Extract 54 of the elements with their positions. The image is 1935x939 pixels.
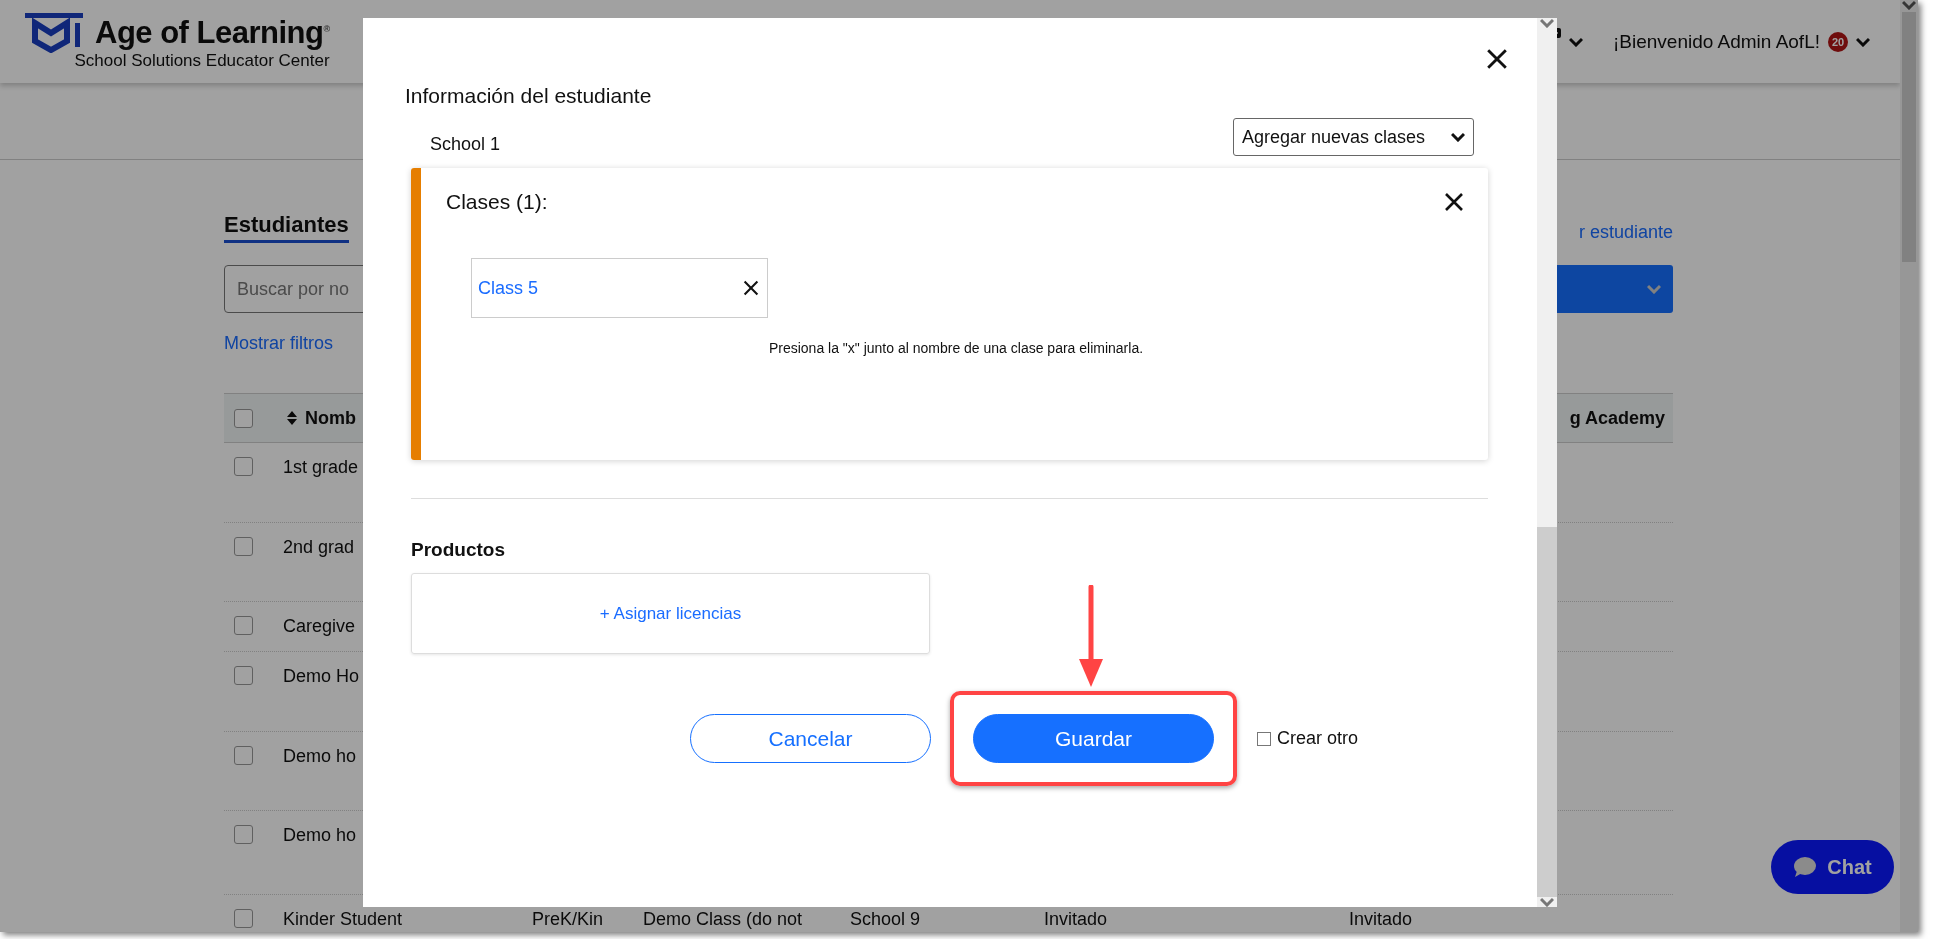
- table-cell: Demo ho: [283, 746, 357, 767]
- add-student-link[interactable]: r estudiante: [1578, 222, 1673, 243]
- column-header[interactable]: Nomb: [305, 407, 356, 429]
- row-checkbox[interactable]: [234, 909, 253, 928]
- caret-icon: [1856, 36, 1870, 47]
- add-classes-select[interactable]: Agregar nuevas clases: [1233, 118, 1474, 156]
- caret-icon: [1568, 36, 1583, 47]
- row-checkbox[interactable]: [234, 666, 253, 685]
- remove-icon[interactable]: [741, 278, 761, 298]
- cancel-button[interactable]: Cancelar: [690, 714, 931, 763]
- close-icon[interactable]: [1484, 46, 1510, 72]
- dialog-title: Información del estudiante: [405, 84, 653, 108]
- select-all-checkbox[interactable]: [234, 408, 253, 428]
- table-cell: 1st grade: [283, 457, 359, 478]
- table-cell: Caregive: [283, 616, 356, 637]
- scroll-down-icon: [1540, 897, 1554, 907]
- row-checkbox[interactable]: [234, 537, 253, 556]
- scroll-up-icon: [1902, 0, 1916, 10]
- show-filters-link[interactable]: Mostrar filtros: [224, 333, 333, 353]
- create-another-checkbox[interactable]: Crear otro: [1257, 728, 1359, 749]
- scroll-up-icon: [1540, 18, 1554, 28]
- logo-icon: [25, 12, 83, 53]
- page-title: Estudiantes: [224, 212, 349, 243]
- scrollbar-thumb[interactable]: [1537, 527, 1557, 897]
- class-link[interactable]: Class 5: [478, 277, 539, 299]
- row-checkbox[interactable]: [234, 616, 253, 635]
- row-checkbox[interactable]: [234, 457, 253, 476]
- row-checkbox[interactable]: [234, 746, 253, 765]
- products-title: Productos: [411, 539, 506, 561]
- column-header[interactable]: g Academy: [1569, 407, 1665, 429]
- brand-subtitle: School Solutions Educator Center: [74, 50, 330, 71]
- speech-bubble-icon: [1793, 856, 1818, 878]
- chat-button[interactable]: Chat: [1771, 840, 1894, 894]
- table-cell: Kinder Student: [283, 909, 403, 930]
- notification-badge: 20: [1828, 31, 1848, 52]
- table-cell: Demo ho: [283, 825, 357, 846]
- school-name: School 1: [430, 133, 501, 155]
- caret-icon: [1451, 132, 1465, 142]
- row-checkbox[interactable]: [234, 825, 253, 844]
- hint-text: Presiona la "x" junto al nombre de una clase para eliminarla.: [767, 340, 1145, 356]
- table-cell: Demo Class (do not: [643, 909, 803, 930]
- table-cell: Invitado: [1349, 909, 1413, 930]
- assign-licenses-link[interactable]: + Asignar licencias: [599, 603, 742, 624]
- brand-name: Age of Learning$^{®}$: [95, 14, 330, 51]
- table-cell: Demo Ho: [283, 666, 360, 687]
- table-cell: Invitado: [1044, 909, 1108, 930]
- table-cell: 2nd grad: [283, 537, 355, 558]
- welcome-text: ¡Bienvenido Admin AofL!: [1612, 30, 1820, 53]
- save-button[interactable]: Guardar: [973, 714, 1214, 763]
- sort-icon[interactable]: [287, 411, 297, 425]
- table-cell: School 9: [850, 909, 921, 930]
- classes-title: Clases (1):: [446, 190, 548, 214]
- table-cell: PreK/Kin: [532, 909, 604, 930]
- caret-icon: [1647, 284, 1661, 294]
